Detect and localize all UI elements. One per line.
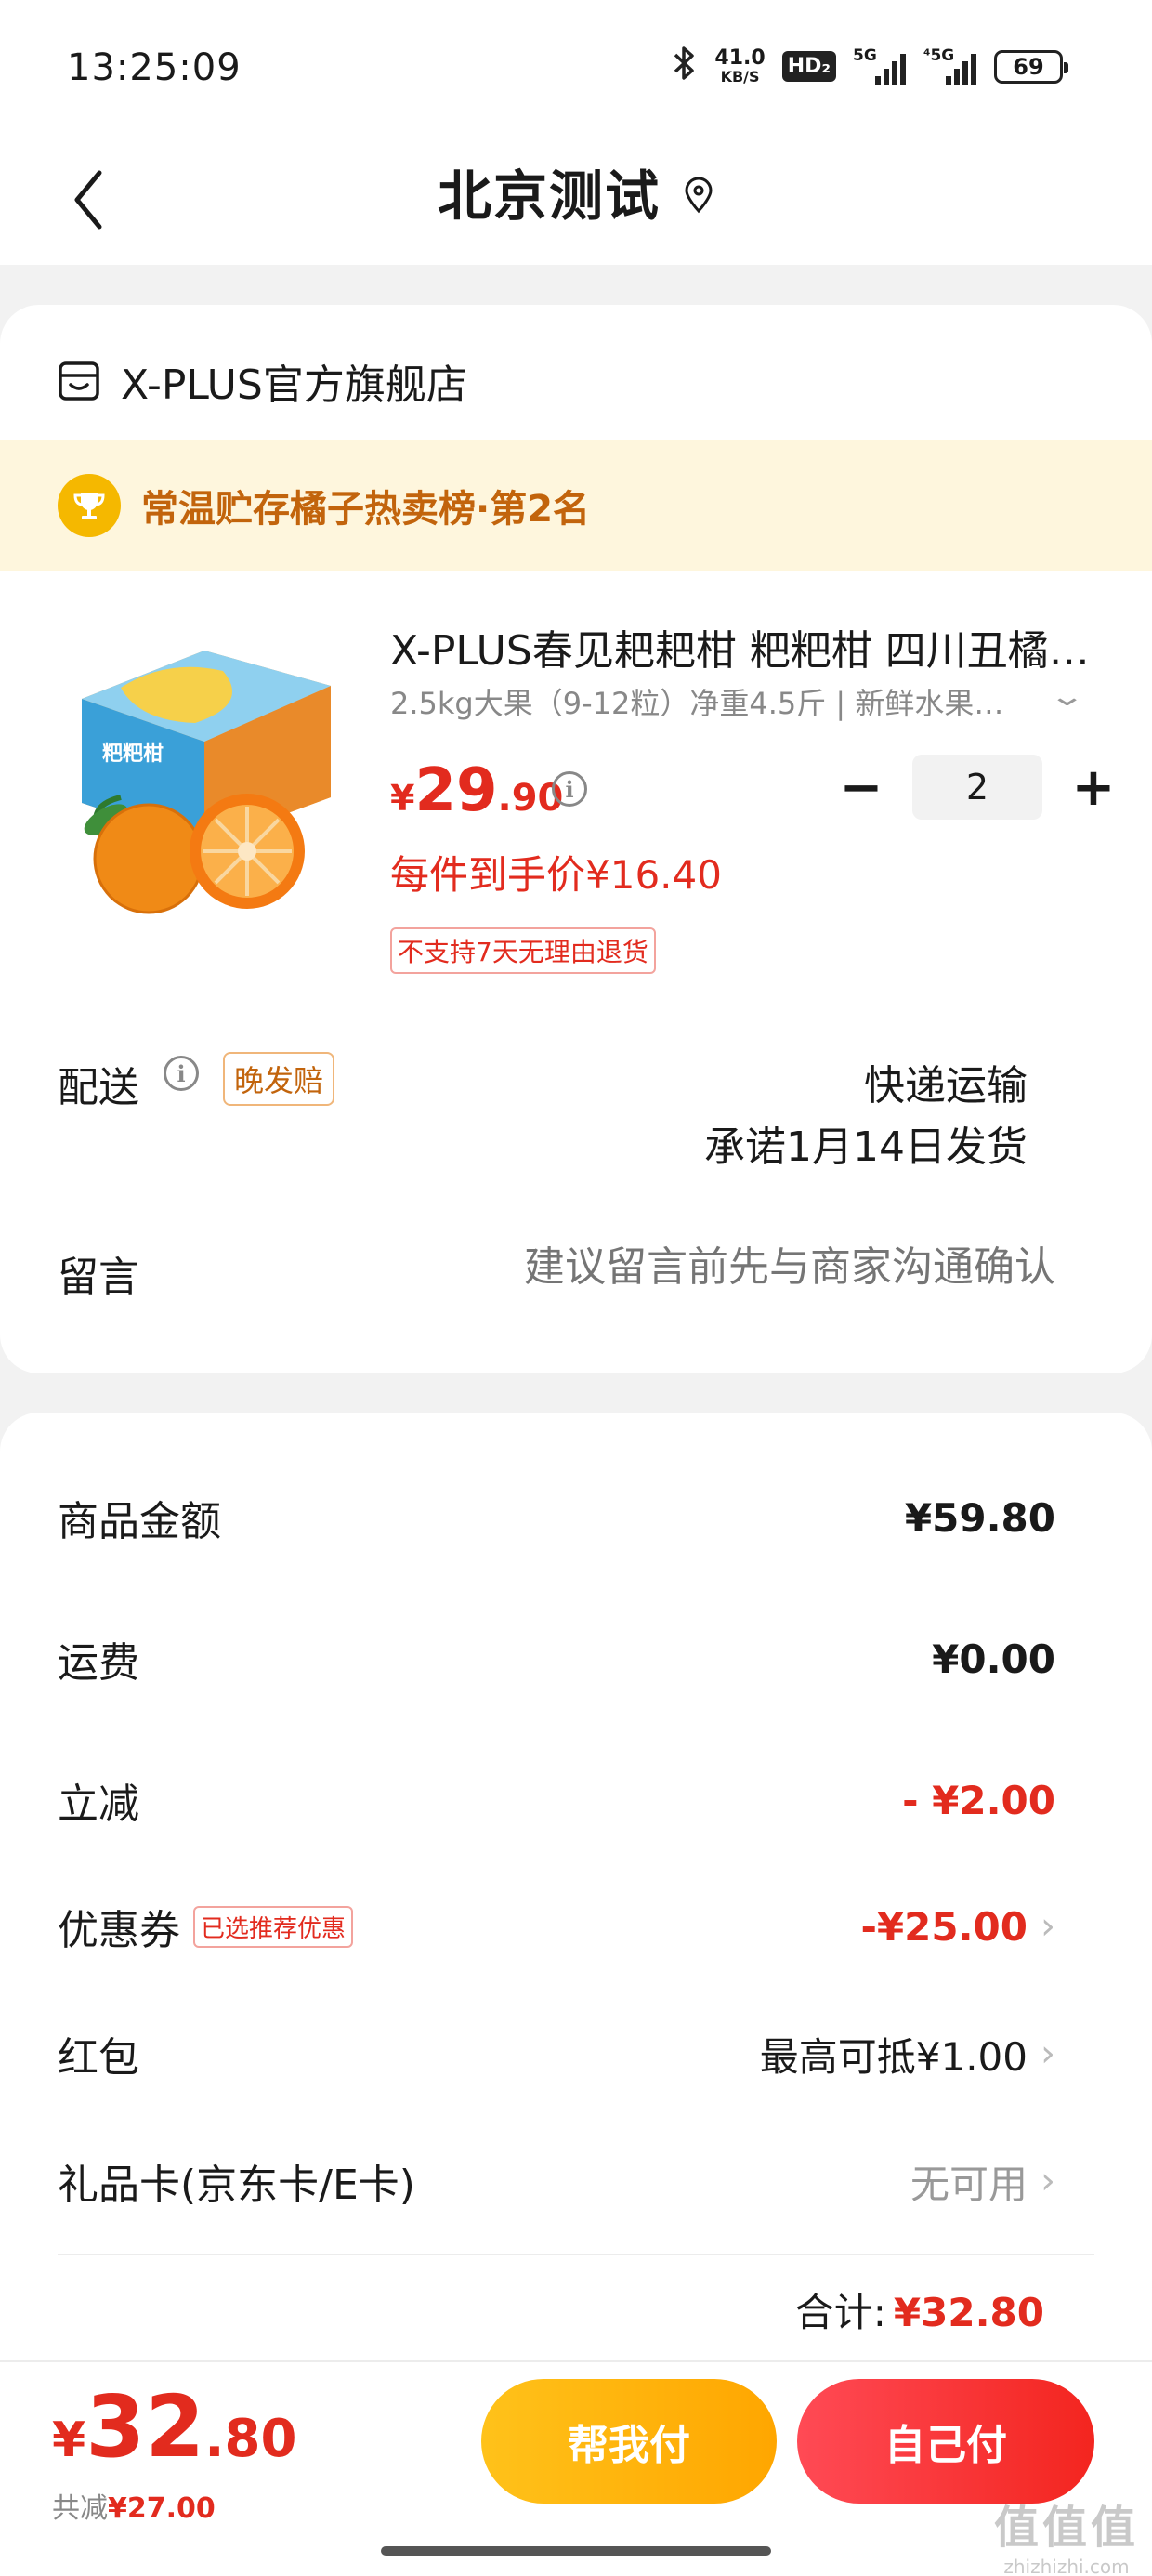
store-icon [59, 361, 99, 401]
delivery-date: 承诺1月14日发货 [704, 1124, 1028, 1171]
total-saved: 共减¥27.00 [52, 2485, 216, 2526]
chevron-right-icon: › [1041, 2032, 1055, 2075]
battery-icon: 69 [994, 49, 1068, 84]
signal1-label: 5G [853, 46, 877, 65]
price-info-icon[interactable]: i [552, 771, 587, 807]
gift-card-row[interactable]: 礼品卡(京东卡/E卡) 无可用 › [58, 2149, 1055, 2214]
price-integer: 29 [414, 756, 498, 825]
checkout-bar: ¥ 32 .80 共减¥27.00 帮我付 自己付 [0, 2360, 1152, 2576]
chevron-right-icon: › [1041, 2160, 1055, 2202]
final-price-integer: 32 [85, 2377, 205, 2477]
decrease-quantity-button[interactable]: − [829, 755, 894, 820]
delivery-info-icon[interactable]: i [164, 1056, 199, 1091]
product-image[interactable]: 粑粑柑 [65, 621, 344, 918]
chevron-down-icon[interactable]: ⌄ [1048, 680, 1085, 713]
saved-label: 共减 [52, 2492, 108, 2525]
goods-amount-value: ¥59.80 [904, 1494, 1055, 1541]
signal-5g-icon-2: ⁴5G [923, 46, 977, 85]
store-header[interactable]: X-PLUS官方旗舰店 [58, 351, 467, 411]
product-price: ¥ 29 .90 [390, 756, 563, 825]
chevron-right-icon: › [1041, 1905, 1055, 1948]
price-currency: ¥ [390, 778, 415, 819]
late-compensation-badge[interactable]: 晚发赔 [223, 1052, 335, 1106]
shipping-value: ¥0.00 [932, 1636, 1055, 1682]
pay-myself-button[interactable]: 自己付 [797, 2379, 1094, 2504]
delivery-label: 配送 [58, 1064, 139, 1111]
saved-value: ¥27.00 [108, 2492, 216, 2525]
status-time: 13:25:09 [67, 46, 242, 89]
total-label: 合计: [794, 2290, 886, 2335]
return-policy-badge: 不支持7天无理由退货 [390, 927, 656, 974]
red-packet-value-group: 最高可抵¥1.00 › [760, 2026, 1055, 2083]
trophy-icon [58, 474, 121, 537]
instant-discount-label: 立减 [58, 1781, 139, 1828]
final-price: ¥ 32 .80 [52, 2377, 296, 2477]
note-label: 留言 [58, 1254, 139, 1301]
network-speed-value: 41.0 [714, 46, 766, 70]
total-value: ¥32.80 [893, 2290, 1044, 2335]
coupon-value: -¥25.00 [860, 1903, 1028, 1950]
delivery-method[interactable]: 快递运输 [864, 1052, 1028, 1111]
order-card: X-PLUS官方旗舰店 常温贮存橘子热卖榜·第2名 粑粑柑 X-PLUS春见耙耙… [0, 305, 1152, 1373]
home-indicator[interactable] [381, 2546, 771, 2556]
rank-banner[interactable]: 常温贮存橘子热卖榜·第2名 [0, 440, 1152, 571]
watermark: 值值值 zhizhizhi.com [994, 2491, 1139, 2576]
coupon-value-group: -¥25.00 › [860, 1904, 1055, 1950]
status-icons: 41.0 KB/S HD₂ 5G ⁴5G 69 [672, 45, 1068, 88]
battery-level: 69 [1013, 53, 1044, 80]
help-me-pay-button[interactable]: 帮我付 [481, 2379, 777, 2504]
shipping-label: 运费 [58, 1639, 139, 1687]
location-pin-icon [685, 177, 713, 214]
quantity-stepper: − 2 + [829, 755, 1126, 820]
page-title: 北京测试 [437, 164, 661, 228]
per-unit-price: 每件到手价¥16.40 [390, 852, 722, 898]
note-input[interactable] [461, 1234, 1055, 1299]
coupon-recommended-badge: 已选推荐优惠 [193, 1905, 354, 1948]
cost-summary-card: 商品金额 ¥59.80 运费 ¥0.00 立减 - ¥2.00 优惠券 已选推荐… [0, 1413, 1152, 2388]
address-selector[interactable]: 北京测试 [0, 152, 1152, 230]
status-bar: 13:25:09 41.0 KB/S HD₂ 5G ⁴5G 69 [0, 0, 1152, 139]
gift-card-label: 礼品卡(京东卡/E卡) [58, 2162, 415, 2209]
red-packet-row[interactable]: 红包 最高可抵¥1.00 › [58, 2021, 1055, 2086]
signal2-label: ⁴5G [923, 46, 955, 65]
coupon-row[interactable]: 优惠券 已选推荐优惠 -¥25.00 › [58, 1894, 1055, 1959]
watermark-url: zhizhizhi.com [1003, 2556, 1130, 2576]
rank-text: 常温贮存橘子热卖榜·第2名 [141, 488, 591, 531]
red-packet-value: 最高可抵¥1.00 [759, 2033, 1028, 2080]
gift-card-value: 无可用 [910, 2161, 1028, 2207]
box-label: 粑粑柑 [102, 743, 164, 766]
signal-5g-icon: 5G [853, 46, 907, 85]
hd-voice-icon: HD₂ [781, 51, 836, 82]
gift-card-value-group: 无可用 › [910, 2153, 1055, 2210]
divider [58, 2254, 1094, 2255]
final-price-currency: ¥ [52, 2412, 86, 2468]
network-speed: 41.0 KB/S [714, 46, 766, 85]
instant-discount-value: - ¥2.00 [902, 1777, 1055, 1823]
order-total: 合计: ¥32.80 [795, 2281, 1044, 2338]
product-spec[interactable]: 2.5kg大果（9-12粒）净重4.5斤 | 新鲜水果礼盒 [390, 680, 1022, 723]
shipping-row: 运费 ¥0.00 [58, 1626, 1055, 1691]
quantity-value[interactable]: 2 [912, 755, 1042, 820]
network-speed-unit: KB/S [720, 67, 760, 85]
red-packet-label: 红包 [58, 2034, 139, 2082]
goods-amount-row: 商品金额 ¥59.80 [58, 1485, 1055, 1550]
final-price-decimal: .80 [204, 2409, 297, 2469]
product-title[interactable]: X-PLUS春见耙耙柑 粑粑柑 四川丑橘 新鲜水果 [390, 617, 1096, 677]
instant-discount-row: 立减 - ¥2.00 [58, 1768, 1055, 1833]
coupon-label-group: 优惠券 已选推荐优惠 [58, 1897, 354, 1956]
store-name: X-PLUS官方旗舰店 [121, 361, 467, 409]
bluetooth-icon [672, 45, 698, 88]
nav-bar: 北京测试 [0, 139, 1152, 265]
coupon-label: 优惠券 [58, 1907, 180, 1954]
goods-amount-label: 商品金额 [58, 1498, 221, 1545]
increase-quantity-button[interactable]: + [1061, 755, 1126, 820]
watermark-logo: 值值值 [993, 2502, 1139, 2554]
